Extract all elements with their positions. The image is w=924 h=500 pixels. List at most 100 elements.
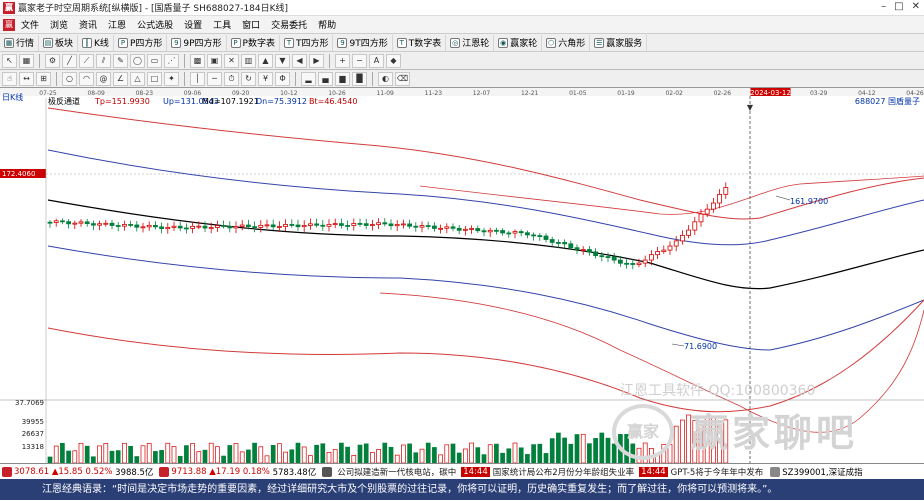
nav-9p-square[interactable]: 9 9P四方形 (167, 34, 227, 51)
index-code[interactable]: SZ399001,深证成指 (782, 466, 862, 478)
left-tool-icon[interactable]: ◀ (292, 53, 307, 68)
low-annotation: 71.6900 (684, 342, 717, 351)
chart-2-icon[interactable]: ▄ (318, 71, 333, 86)
down-tool-icon[interactable]: ▼ (275, 53, 290, 68)
bars-tool-icon[interactable]: ▥ (241, 53, 256, 68)
text-tool-icon[interactable]: A (369, 53, 384, 68)
menu-info[interactable]: 资讯 (74, 18, 102, 31)
box-tool-icon[interactable]: ▣ (207, 53, 222, 68)
sh-index-icon[interactable] (2, 466, 12, 477)
nav-service[interactable]: ☰ 赢家服务 (590, 34, 648, 51)
chart-3-icon[interactable]: ▆ (335, 71, 350, 86)
ray-tool-icon[interactable]: ⟋ (79, 53, 94, 68)
candle-body (376, 222, 382, 225)
close-button[interactable]: ✕ (912, 1, 920, 12)
volume-bar (283, 451, 288, 463)
measure-tool-icon[interactable]: ↔ (19, 71, 34, 86)
gann-tool-icon[interactable]: ⚙ (45, 53, 60, 68)
nav-kline[interactable]: ┃ K线 (78, 34, 114, 51)
layout-tool-icon[interactable]: ▦ (19, 53, 34, 68)
candle-body (190, 225, 196, 229)
nav-sectors[interactable]: ▤ 板块 (39, 34, 79, 51)
candle-body (91, 223, 96, 226)
candle-body (171, 225, 177, 228)
menu-browse[interactable]: 浏览 (45, 18, 73, 31)
nav-p-table[interactable]: P P数字表 (227, 34, 280, 51)
news-icon[interactable] (322, 466, 333, 477)
app-menu-icon[interactable]: 赢 (3, 18, 15, 31)
candle-body (587, 249, 592, 253)
fib-tool-icon[interactable]: Φ (275, 71, 290, 86)
spiral-tool-icon[interactable]: @ (96, 71, 111, 86)
price-tool-icon[interactable]: ¥ (258, 71, 273, 86)
window-controls: – □ ✕ (881, 1, 920, 12)
date-tick-label: 02-26 (714, 90, 732, 97)
zoom-out-icon[interactable]: − (352, 53, 367, 68)
volume-bar (351, 455, 357, 463)
ellipse-tool-icon[interactable]: ◯ (130, 53, 145, 68)
menu-window[interactable]: 窗口 (237, 18, 265, 31)
menu-gann[interactable]: 江恩 (103, 18, 131, 31)
period-tool-icon[interactable]: ⊞ (36, 71, 51, 86)
volume-bar (78, 442, 84, 463)
triangle-tool-icon[interactable]: △ (130, 71, 145, 86)
zoom-in-icon[interactable]: + (335, 53, 350, 68)
cross-tool-icon[interactable]: ✕ (224, 53, 239, 68)
volume-bar (345, 446, 350, 463)
nav-p-square[interactable]: P P四方形 (114, 34, 168, 51)
square-tool-icon[interactable]: □ (147, 71, 162, 86)
arc-tool-icon[interactable]: ◠ (79, 71, 94, 86)
candle-body (425, 225, 431, 227)
index-selector-icon[interactable] (770, 466, 781, 477)
rect-tool-icon[interactable]: ▭ (147, 53, 162, 68)
circle-tool-icon[interactable]: ○ (62, 71, 77, 86)
minimize-button[interactable]: – (881, 1, 886, 12)
time-tool-icon[interactable]: ⏱ (224, 71, 239, 86)
nav-win-wheel[interactable]: ◉ 赢家轮 (494, 34, 543, 51)
candle-body (283, 224, 289, 227)
menu-trade[interactable]: 交易委托 (266, 18, 312, 31)
cycle-tool-icon[interactable]: ↻ (241, 71, 256, 86)
menu-settings[interactable]: 设置 (179, 18, 207, 31)
nav-9t-square[interactable]: 9 9T四方形 (333, 34, 393, 51)
right-tool-icon[interactable]: ▶ (309, 53, 324, 68)
candle-body (649, 254, 654, 261)
nav-t-square[interactable]: T T四方形 (280, 34, 334, 51)
nav-t-table[interactable]: T T数字表 (393, 34, 447, 51)
delete-tool-icon[interactable]: ⌫ (395, 71, 410, 86)
pencil-tool-icon[interactable]: ✎ (113, 53, 128, 68)
candle-body (462, 228, 468, 231)
line-tool-icon[interactable]: ╱ (62, 53, 77, 68)
candle-body (419, 225, 425, 228)
sz-index-icon[interactable] (159, 466, 170, 477)
volume-bar (215, 446, 220, 463)
maximize-button[interactable]: □ (894, 1, 903, 12)
nav-gann-wheel[interactable]: ◎ 江恩轮 (446, 34, 495, 51)
sh-index-amount: 3988.5亿 (115, 467, 154, 478)
hline-tool-icon[interactable]: ─ (207, 71, 222, 86)
marker-tool-icon[interactable]: ◆ (386, 53, 401, 68)
nav-hexagon[interactable]: ⬡ 六角形 (542, 34, 591, 51)
up-tool-icon[interactable]: ▲ (258, 53, 273, 68)
chart-4-icon[interactable]: █ (352, 71, 367, 86)
chart-1-icon[interactable]: ▂ (301, 71, 316, 86)
angle-tool-icon[interactable]: ∠ (113, 71, 128, 86)
news-headline-3[interactable]: GPT-5将于今年年中发布 (667, 465, 767, 478)
vline-tool-icon[interactable]: │ (190, 71, 205, 86)
fan-tool-icon[interactable]: ⋰ (164, 53, 179, 68)
menu-tools[interactable]: 工具 (208, 18, 236, 31)
star-tool-icon[interactable]: ✦ (164, 71, 179, 86)
cursor-tool-icon[interactable]: ↖ (2, 53, 17, 68)
grid-tool-icon[interactable]: ▩ (190, 53, 205, 68)
channel-tool-icon[interactable]: ⫽ (96, 53, 111, 68)
hand-tool-icon[interactable]: ☝ (2, 71, 17, 86)
menu-help[interactable]: 帮助 (313, 18, 341, 31)
toolbar-divider (329, 53, 330, 68)
news-headline-1[interactable]: 公司拟建造新一代核电站，碳中 (334, 465, 460, 478)
nav-quotes[interactable]: ▦ 行情 (0, 34, 40, 51)
color-tool-icon[interactable]: ◐ (378, 71, 393, 86)
menu-file[interactable]: 文件 (16, 18, 44, 31)
grid-icon: ▦ (4, 37, 14, 48)
menu-formula[interactable]: 公式选股 (132, 18, 178, 31)
news-headline-2[interactable]: 国家统计局公布2月份分年龄组失业率 (489, 465, 638, 478)
